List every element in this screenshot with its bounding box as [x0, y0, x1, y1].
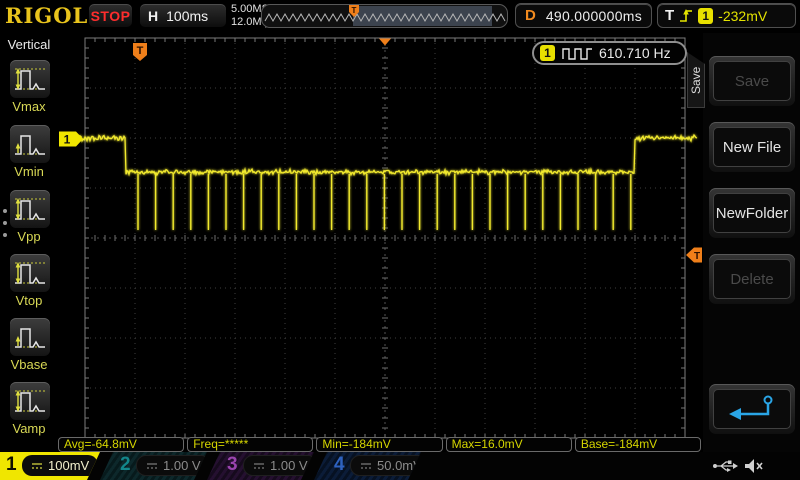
channel-scale-box: 1.00 V [136, 455, 211, 476]
dc-coupling-icon [360, 461, 372, 471]
page-indicator-dots [3, 201, 7, 245]
measure-sidebar: Vertical Vmax Vmin Vpp Vtop Vbase Vamp [0, 33, 58, 452]
menu-button-label: New File [713, 127, 791, 167]
waveform-display: T T 1 [58, 33, 703, 452]
back-button[interactable] [709, 384, 795, 434]
channel-number: 2 [120, 454, 131, 476]
menu-button-label: NewFolder [713, 193, 791, 233]
sidebar-title: Vertical [0, 37, 58, 52]
timebase-value: 100ms [166, 8, 208, 24]
return-arrow-icon [724, 393, 780, 425]
svg-text:T: T [137, 45, 144, 57]
sidebar-item-label: Vpp [0, 229, 58, 244]
menu-button-delete[interactable]: Delete [709, 254, 795, 304]
channel-scale: 1.00 V [163, 458, 201, 473]
sidebar-item-label: Vmax [0, 99, 58, 114]
freq-counter-value: 610.710 Hz [599, 45, 671, 61]
square-wave-icon [561, 47, 593, 60]
trigger-level-value: -232mV [718, 8, 767, 24]
vamp-icon [10, 382, 50, 420]
channel-tab-1[interactable]: 1 100mV [0, 452, 100, 480]
sidebar-item-label: Vtop [0, 293, 58, 308]
vpp-icon [10, 190, 50, 228]
menu-button-save[interactable]: Save [709, 56, 795, 106]
sidebar-item-label: Vbase [0, 357, 58, 372]
channel-scale-box: 1.00 V [243, 455, 318, 476]
measurement-bar: Avg=-64.8mVFreq=*****Min=-184mV Max=16.0m… [58, 437, 701, 452]
svg-text:T: T [694, 251, 700, 262]
vtop-icon [10, 254, 50, 292]
menu-tab-save[interactable]: Save [687, 52, 705, 108]
freq-counter: 1 610.710 Hz [532, 41, 687, 65]
trigger-label: T [665, 7, 674, 24]
menu-button-new-file[interactable]: New File [709, 122, 795, 172]
menu-button-newfolder[interactable]: NewFolder [709, 188, 795, 238]
channel-scale: 1.00 V [270, 458, 308, 473]
dc-coupling-icon [146, 461, 158, 471]
svg-text:1: 1 [64, 133, 71, 147]
sidebar-item-label: Vmin [0, 164, 58, 179]
dc-coupling-icon [253, 461, 265, 471]
speaker-muted-icon [744, 458, 764, 474]
measurement-min: Min=-184mV [316, 437, 442, 452]
sidebar-item-label: Vamp [0, 421, 58, 436]
status-bar: RIGOL STOP H 100ms 5.00MSa/s 12.0M pts T… [0, 0, 800, 33]
channel-scale-box: 50.0mV [350, 455, 432, 476]
svg-text:T: T [352, 6, 357, 15]
vmax-icon [10, 60, 50, 98]
channel-scale: 50.0mV [377, 458, 422, 473]
vbase-icon [10, 318, 50, 356]
channel-number: 4 [334, 454, 345, 476]
trigger-box: T 1 -232mV [657, 3, 796, 28]
oscilloscope-screen: RIGOL STOP H 100ms 5.00MSa/s 12.0M pts T… [0, 0, 800, 480]
menu-button-label: Save [713, 61, 791, 101]
channel-tab-4[interactable]: 4 50.0mV [314, 452, 421, 480]
usb-icon [712, 458, 740, 474]
horizontal-preview-bar: T [261, 4, 508, 28]
channel-tab-2[interactable]: 2 1.00 V [100, 452, 207, 480]
vmin-icon [10, 125, 50, 163]
measurement-freq: Freq=***** [187, 437, 313, 452]
measurement-base: Base=-184mV [575, 437, 701, 452]
channel-scale-box: 100mV [22, 455, 98, 476]
rising-edge-icon [679, 8, 693, 24]
trigger-source-chip: 1 [698, 8, 713, 24]
soft-menu: Save SaveNew FileNewFolderDelete [703, 33, 800, 452]
channel-scale: 100mV [48, 458, 89, 473]
delay-value: 490.000000ms [546, 8, 642, 24]
dc-coupling-icon [31, 461, 43, 471]
channel-tab-3[interactable]: 3 1.00 V [207, 452, 314, 480]
rigol-logo: RIGOL [5, 3, 88, 28]
run-state-indicator[interactable]: STOP [88, 3, 133, 28]
menu-button-label: Delete [713, 259, 791, 299]
channel-number: 3 [227, 454, 238, 476]
delay-box: D 490.000000ms [515, 3, 652, 28]
measurement-avg: Avg=-64.8mV [58, 437, 184, 452]
measurement-max: Max=16.0mV [446, 437, 572, 452]
channel-number: 1 [6, 454, 17, 476]
channel-bar: 1 100mV 2 1.00 V 3 1.00 V 4 50.0mV [0, 452, 800, 480]
display-area: T T 1 1 610.710 Hz Avg=-64.8mVFreq=*****Mi… [58, 33, 703, 452]
timebase-label: H [148, 8, 158, 24]
freq-counter-channel-chip: 1 [540, 45, 555, 61]
delay-label: D [525, 7, 536, 24]
timebase-box[interactable]: H 100ms [139, 3, 227, 28]
